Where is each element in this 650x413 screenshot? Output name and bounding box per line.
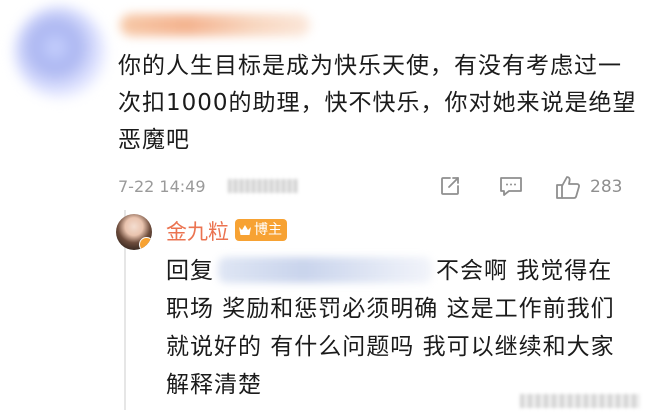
reply-prefix: 回复: [166, 258, 214, 284]
reply-text-block: 回复 不会啊 我觉得在职场 奖励和惩罚必须明确 这是工作前我们就说好的 有什么问题…: [166, 252, 636, 404]
share-icon[interactable]: [438, 174, 462, 202]
comment-text: 你的人生目标是成为快乐天使，有没有考虑过一次扣1000的助理，快不快乐，你对她来…: [118, 53, 637, 153]
blogger-badge-label: 博主: [254, 222, 282, 238]
like-icon[interactable]: [554, 174, 582, 204]
verified-badge-icon: [139, 237, 152, 250]
commenter-avatar[interactable]: [14, 6, 106, 98]
mentioned-user-redacted[interactable]: [218, 257, 432, 283]
comment-icon[interactable]: [498, 174, 524, 202]
watermark-redacted: [520, 394, 640, 408]
crown-icon: [239, 225, 251, 235]
comment-timestamp: 7-22 14:49: [118, 177, 206, 196]
like-count: 283: [590, 177, 623, 197]
comment-meta-row: 7-22 14:49 283: [118, 174, 638, 200]
comment-location-redacted: [228, 179, 298, 193]
reply-author-avatar[interactable]: [116, 214, 152, 250]
blogger-badge: 博主: [235, 219, 287, 241]
commenter-username-redacted[interactable]: [120, 14, 310, 36]
reply-author-name[interactable]: 金九粒: [166, 216, 229, 246]
